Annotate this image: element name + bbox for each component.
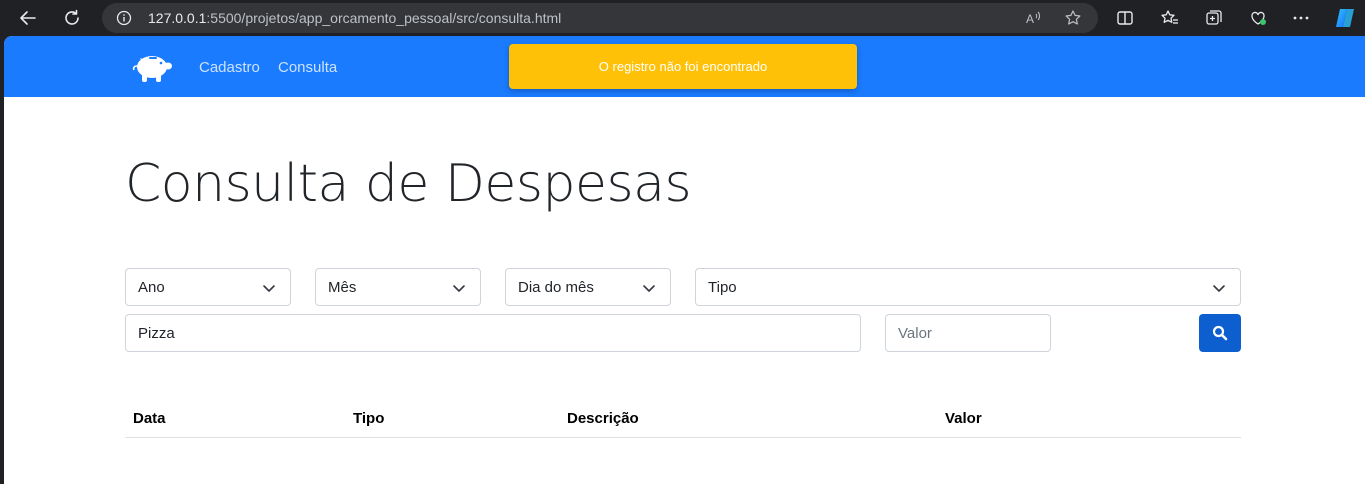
column-header-data: Data	[133, 410, 166, 427]
chevron-down-icon	[453, 285, 465, 292]
address-bar[interactable]: 127.0.0.1:5500/projetos/app_orcamento_pe…	[102, 3, 1098, 33]
select-dia-label: Dia do mês	[518, 278, 594, 296]
page: Cadastro Consulta O registro não foi enc…	[4, 36, 1365, 484]
valor-input[interactable]: Valor	[885, 314, 1051, 352]
column-header-descricao: Descrição	[567, 410, 639, 427]
select-tipo[interactable]: Tipo	[695, 268, 1241, 306]
toast-message: O registro não foi encontrado	[598, 59, 768, 74]
browser-essentials-icon[interactable]	[1248, 8, 1268, 28]
column-header-valor: Valor	[945, 410, 982, 427]
back-button[interactable]	[16, 6, 40, 30]
url-path: :5500/projetos/app_orcamento_pessoal/src…	[206, 10, 562, 26]
search-button[interactable]	[1199, 314, 1241, 352]
copilot-icon[interactable]	[1333, 6, 1357, 30]
piggy-bank-icon[interactable]	[130, 48, 174, 84]
select-tipo-label: Tipo	[708, 278, 737, 296]
descricao-value: Pizza	[138, 324, 175, 342]
browser-toolbar: 127.0.0.1:5500/projetos/app_orcamento_pe…	[0, 0, 1365, 36]
chevron-down-icon	[643, 285, 655, 292]
chevron-down-icon	[263, 285, 275, 292]
column-header-tipo: Tipo	[353, 410, 385, 427]
descricao-input[interactable]: Pizza	[125, 314, 861, 352]
favorites-icon[interactable]	[1160, 8, 1180, 28]
url-host: 127.0.0.1	[148, 10, 207, 26]
search-icon	[1212, 325, 1228, 341]
split-screen-icon[interactable]	[1115, 8, 1135, 28]
star-icon[interactable]	[1064, 9, 1082, 27]
read-aloud-icon[interactable]: A	[1024, 9, 1042, 27]
select-ano[interactable]: Ano	[125, 268, 291, 306]
info-icon[interactable]	[116, 10, 132, 26]
valor-placeholder: Valor	[898, 324, 932, 342]
page-title: Consulta de Despesas	[125, 154, 692, 214]
reload-button[interactable]	[60, 6, 84, 30]
toast-notification: O registro não foi encontrado	[509, 44, 857, 89]
nav-link-cadastro[interactable]: Cadastro	[199, 59, 260, 76]
navbar: Cadastro Consulta O registro não foi enc…	[4, 36, 1365, 97]
nav-link-consulta[interactable]: Consulta	[278, 59, 337, 76]
select-dia[interactable]: Dia do mês	[505, 268, 671, 306]
reload-icon	[65, 9, 79, 25]
select-ano-label: Ano	[138, 278, 165, 296]
arrow-left-icon	[20, 11, 36, 25]
more-options-icon[interactable]	[1291, 8, 1311, 28]
select-mes-label: Mês	[328, 278, 357, 296]
chevron-down-icon	[1213, 285, 1225, 292]
svg-text:A: A	[1026, 12, 1034, 26]
collections-icon[interactable]	[1204, 8, 1224, 28]
table-header-row: Data Tipo Descrição Valor	[125, 398, 1241, 438]
url-text: 127.0.0.1:5500/projetos/app_orcamento_pe…	[148, 10, 561, 26]
select-mes[interactable]: Mês	[315, 268, 481, 306]
